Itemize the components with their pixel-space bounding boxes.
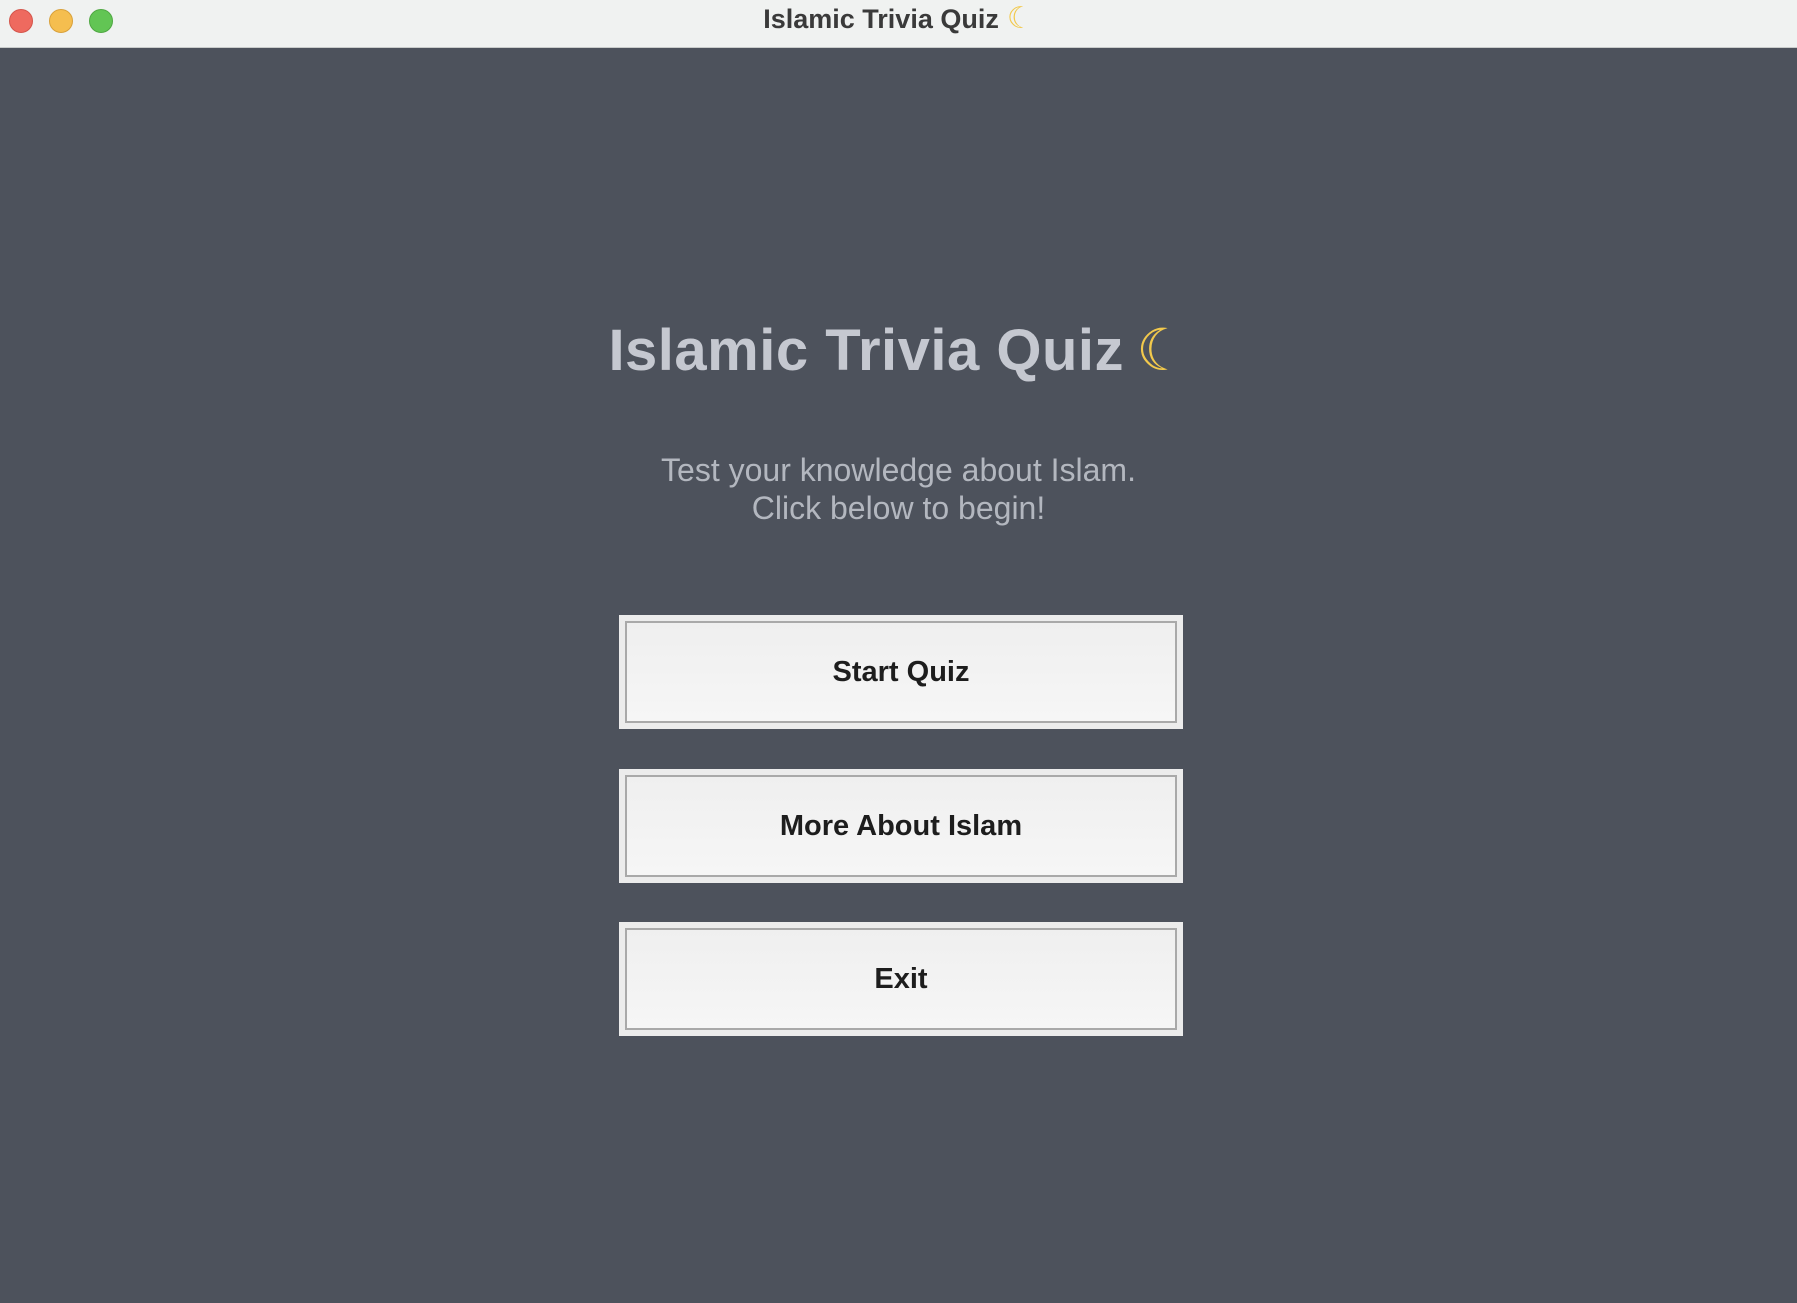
window-titlebar: Islamic Trivia Quiz ☾ bbox=[0, 0, 1797, 48]
more-about-islam-button-label: More About Islam bbox=[625, 775, 1177, 877]
subtitle-line-1: Test your knowledge about Islam. bbox=[661, 452, 1136, 488]
main-panel: Islamic Trivia Quiz ☾ Test your knowledge… bbox=[0, 48, 1797, 1303]
exit-button[interactable]: Exit bbox=[619, 922, 1183, 1036]
page-title-text: Islamic Trivia Quiz bbox=[608, 318, 1125, 383]
page-title: Islamic Trivia Quiz ☾ bbox=[0, 316, 1797, 384]
crescent-moon-icon: ☾ bbox=[1006, 1, 1034, 36]
window-title: Islamic Trivia Quiz ☾ bbox=[0, 0, 1797, 38]
subtitle-line-2: Click below to begin! bbox=[751, 490, 1046, 526]
start-quiz-button[interactable]: Start Quiz bbox=[619, 615, 1183, 729]
crescent-moon-icon: ☾ bbox=[1136, 316, 1189, 384]
start-quiz-button-label: Start Quiz bbox=[625, 621, 1177, 723]
window-title-text: Islamic Trivia Quiz bbox=[763, 4, 999, 34]
page-subtitle: Test your knowledge about Islam. Click b… bbox=[0, 451, 1797, 527]
more-about-islam-button[interactable]: More About Islam bbox=[619, 769, 1183, 883]
exit-button-label: Exit bbox=[625, 928, 1177, 1030]
